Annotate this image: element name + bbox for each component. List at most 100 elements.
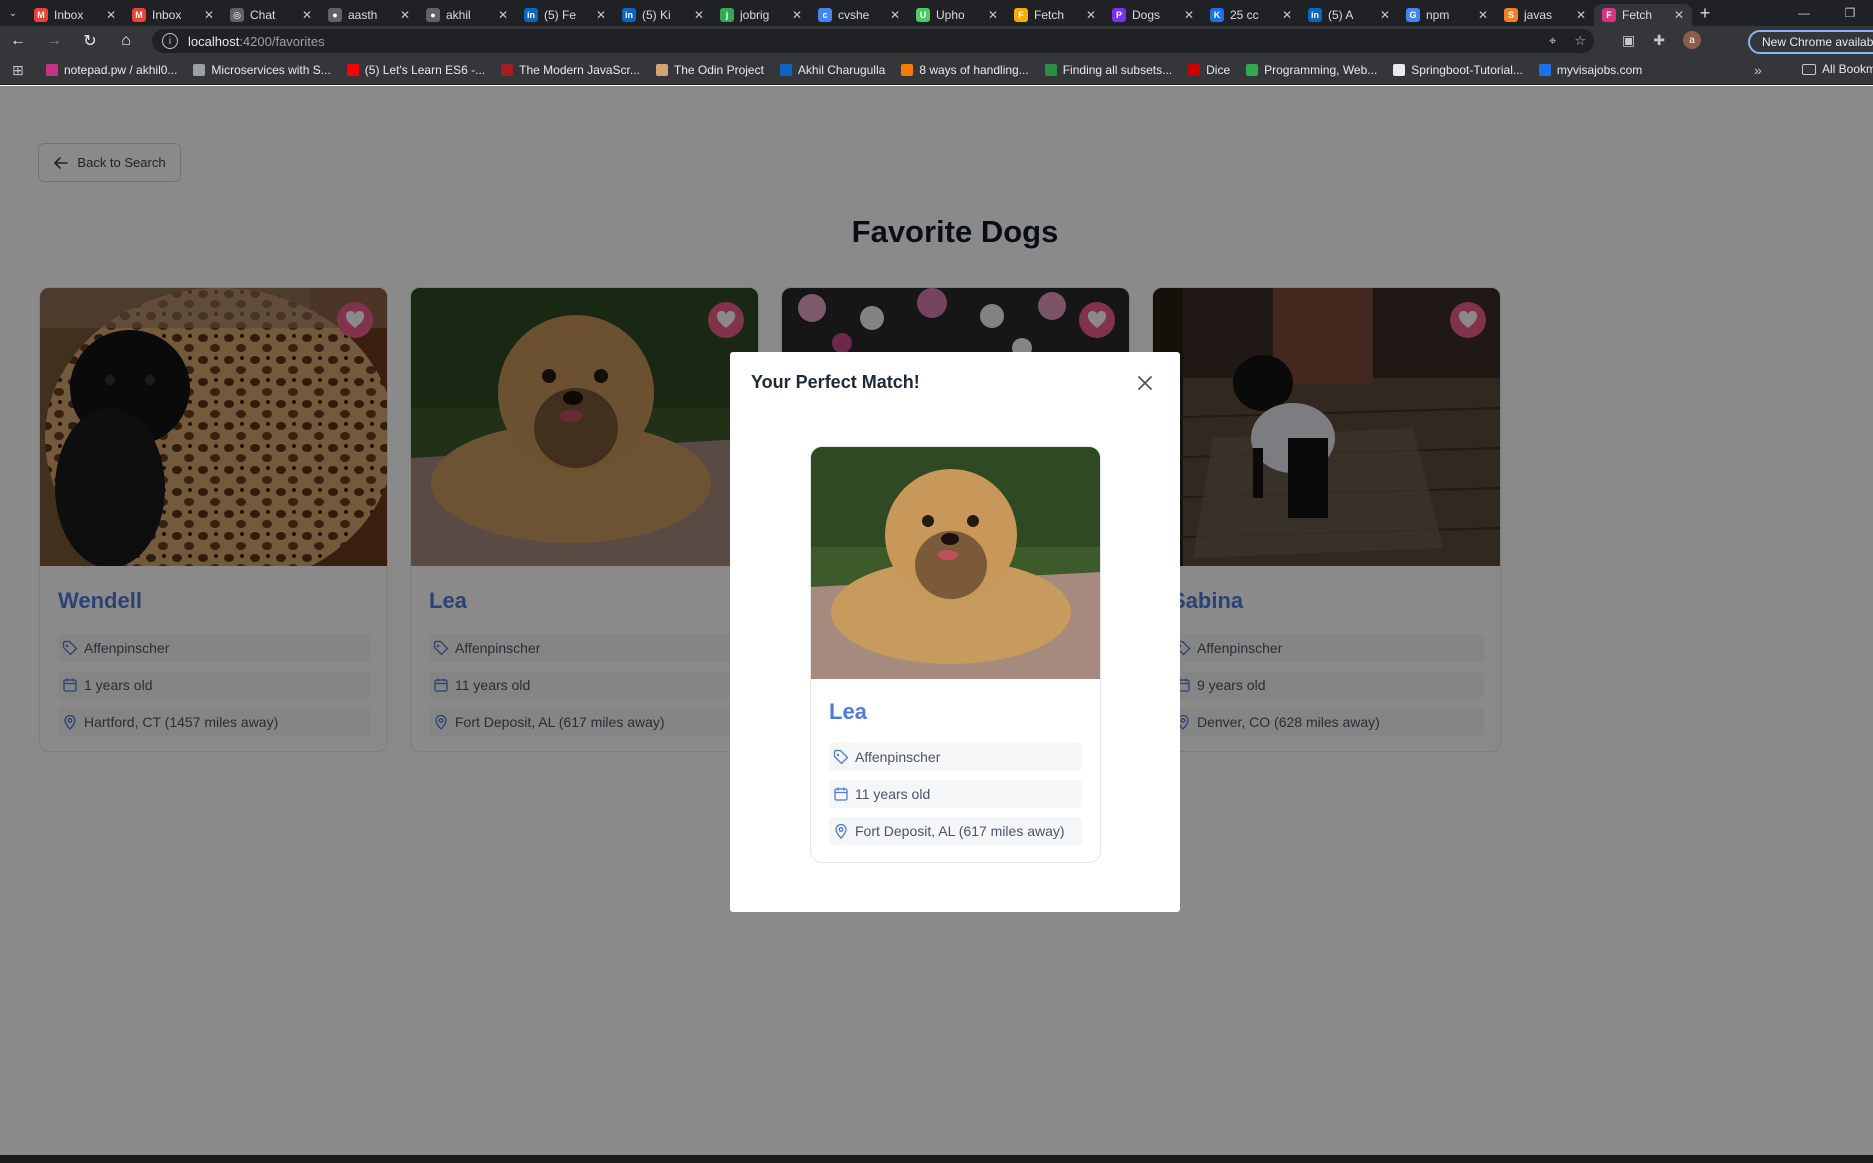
tab-close-icon[interactable]: ✕	[1282, 8, 1292, 22]
match-age-row: 11 years old	[829, 780, 1082, 808]
bookmark-label: The Modern JavaScr...	[519, 63, 640, 77]
tab-title: aasth	[348, 8, 378, 22]
browser-tab[interactable]: F Fetch ✕	[1006, 4, 1104, 26]
restore-icon[interactable]: ❐	[1827, 0, 1873, 26]
apps-grid-icon[interactable]: ⊞	[12, 62, 46, 79]
site-info-icon[interactable]: i	[162, 33, 178, 49]
browser-tab[interactable]: M Inbox ✕	[26, 4, 124, 26]
tab-title: (5) Fe	[544, 8, 577, 22]
tab-close-icon[interactable]: ✕	[106, 8, 116, 22]
gmail-icon: M	[132, 8, 146, 22]
bookmark-item[interactable]: Microservices with S...	[193, 63, 331, 77]
tab-close-icon[interactable]: ✕	[596, 8, 606, 22]
tab-close-icon[interactable]: ✕	[1184, 8, 1194, 22]
tab-title: Inbox	[152, 8, 182, 22]
match-dog-name[interactable]: Lea	[829, 699, 867, 725]
browser-tab[interactable]: ● aasth ✕	[320, 4, 418, 26]
bookmark-favicon-icon	[501, 64, 514, 76]
tab-title: akhil	[446, 8, 471, 22]
new-tab-button[interactable]: +	[1692, 3, 1718, 24]
extension-icon[interactable]: ▣	[1622, 32, 1635, 49]
match-breed: Affenpinscher	[855, 749, 941, 765]
browser-tab[interactable]: in (5) Fe ✕	[516, 4, 614, 26]
browser-tab[interactable]: in (5) Ki ✕	[614, 4, 712, 26]
browser-tab[interactable]: U Upho ✕	[908, 4, 1006, 26]
github-icon: ●	[426, 8, 440, 22]
bookmark-favicon-icon	[901, 64, 914, 76]
modal-title: Your Perfect Match!	[751, 372, 920, 392]
bookmark-favicon-icon	[655, 64, 668, 76]
browser-tab[interactable]: Gnpm ✕	[1398, 4, 1496, 26]
tab-title: (5) Ki	[642, 8, 671, 22]
match-breed-row: Affenpinscher	[829, 743, 1082, 771]
more-bookmarks-icon[interactable]: »	[1754, 62, 1762, 78]
bookmark-item[interactable]: Springboot-Tutorial...	[1393, 63, 1523, 77]
bookmark-item[interactable]: notepad.pw / akhil0...	[46, 63, 177, 77]
perfect-match-modal: Your Perfect Match! Lea Affenpinscher 11…	[730, 352, 1180, 912]
bookmark-label: myvisajobs.com	[1556, 63, 1643, 77]
close-icon[interactable]	[1136, 374, 1154, 392]
bookmark-label: The Odin Project	[673, 63, 764, 77]
bookmark-favicon-icon	[46, 64, 58, 76]
tab-close-icon[interactable]: ✕	[890, 8, 900, 22]
location-icon[interactable]: ⌖	[1549, 33, 1556, 49]
bookmark-label: Akhil Charugulla	[797, 63, 886, 77]
tab-close-icon[interactable]: ✕	[400, 8, 410, 22]
bookmark-item[interactable]: myvisajobs.com	[1538, 63, 1643, 77]
minimize-icon[interactable]: —	[1781, 0, 1827, 26]
bookmark-item[interactable]: The Modern JavaScr...	[501, 63, 640, 77]
browser-tab[interactable]: M Inbox ✕	[124, 4, 222, 26]
tab-close-icon[interactable]: ✕	[988, 8, 998, 22]
tab-close-icon[interactable]: ✕	[694, 8, 704, 22]
puzzle-extensions-icon[interactable]: ✚	[1653, 32, 1665, 49]
back-arrow-icon[interactable]: ←	[0, 32, 36, 50]
bookmark-item[interactable]: (5) Let's Learn ES6 -...	[346, 63, 485, 77]
tab-close-icon[interactable]: ✕	[1478, 8, 1488, 22]
bookmark-item[interactable]: The Odin Project	[655, 63, 764, 77]
map-pin-icon	[835, 823, 847, 839]
tab-close-icon[interactable]: ✕	[1380, 8, 1390, 22]
tab-close-icon[interactable]: ✕	[302, 8, 312, 22]
chrome-update-button[interactable]: New Chrome available	[1748, 30, 1873, 54]
bookmark-item[interactable]: Programming, Web...	[1246, 63, 1377, 77]
browser-tab[interactable]: in (5) A ✕	[1300, 4, 1398, 26]
address-bar[interactable]: i localhost:4200/favorites ⌖ ☆	[152, 29, 1594, 53]
browser-tab[interactable]: F Fetch ✕	[1594, 4, 1692, 26]
profile-avatar[interactable]: a	[1682, 31, 1701, 49]
tab-title: jobrig	[740, 8, 770, 22]
browser-tab[interactable]: c cvshe ✕	[810, 4, 908, 26]
tab-close-icon[interactable]: ✕	[1086, 8, 1096, 22]
favorites-page: Back to Search Favorite Dogs Wendell Aff…	[0, 86, 1873, 1155]
k-icon: K	[1210, 8, 1224, 22]
tab-close-icon[interactable]: ✕	[1576, 8, 1586, 22]
tab-close-icon[interactable]: ✕	[1674, 8, 1684, 22]
bookmark-item[interactable]: Akhil Charugulla	[779, 63, 886, 77]
reload-icon[interactable]: ↻	[72, 31, 108, 51]
bookmark-label: Finding all subsets...	[1062, 63, 1173, 77]
browser-tab[interactable]: Sjavas ✕	[1496, 4, 1594, 26]
tab-close-icon[interactable]: ✕	[204, 8, 214, 22]
tab-close-icon[interactable]: ✕	[792, 8, 802, 22]
tab-search-chevron-icon[interactable]: ⌄	[0, 0, 26, 26]
tab-title: npm	[1426, 8, 1450, 22]
bookmark-favicon-icon	[1393, 64, 1406, 76]
os-taskbar	[0, 1155, 1873, 1163]
browser-tab[interactable]: K 25 cc ✕	[1202, 4, 1300, 26]
bookmark-star-icon[interactable]: ☆	[1574, 33, 1586, 49]
bookmark-favicon-icon	[193, 64, 206, 76]
browser-tab[interactable]: P Dogs ✕	[1104, 4, 1202, 26]
tab-close-icon[interactable]: ✕	[498, 8, 508, 22]
browser-tab[interactable]: j jobrig ✕	[712, 4, 810, 26]
bookmark-item[interactable]: 8 ways of handling...	[901, 63, 1029, 77]
forward-arrow-icon[interactable]: →	[36, 32, 72, 50]
tab-title: Chat	[250, 8, 276, 22]
bookmark-item[interactable]: Finding all subsets...	[1044, 63, 1173, 77]
bookmark-item[interactable]: Dice	[1188, 63, 1230, 77]
home-icon[interactable]: ⌂	[108, 32, 144, 50]
browser-tab[interactable]: ◎ Chat ✕	[222, 4, 320, 26]
folder-icon	[1802, 63, 1816, 75]
all-bookmarks-button[interactable]: All Bookmarks	[1802, 62, 1873, 76]
browser-tab[interactable]: ● akhil ✕	[418, 4, 516, 26]
gmail-icon: M	[34, 8, 48, 22]
chatgpt-icon: ◎	[230, 8, 244, 22]
